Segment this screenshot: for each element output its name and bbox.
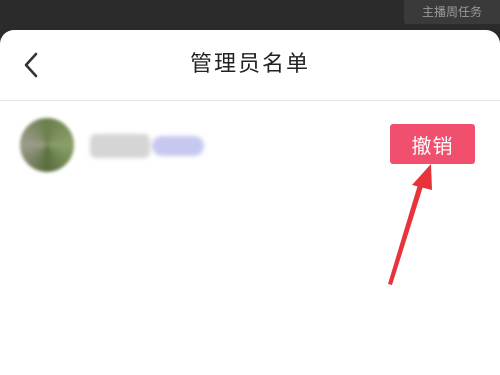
admin-list-item: 撤销 xyxy=(0,114,500,176)
anchor-weekly-task-badge[interactable]: 主播周任务 xyxy=(404,0,500,24)
avatar[interactable] xyxy=(20,118,74,172)
revoke-button[interactable]: 撤销 xyxy=(390,124,475,164)
admin-list-sheet: 管理员名单 撤销 xyxy=(0,30,500,375)
page-title: 管理员名单 xyxy=(189,52,310,77)
header: 管理员名单 xyxy=(0,30,500,101)
